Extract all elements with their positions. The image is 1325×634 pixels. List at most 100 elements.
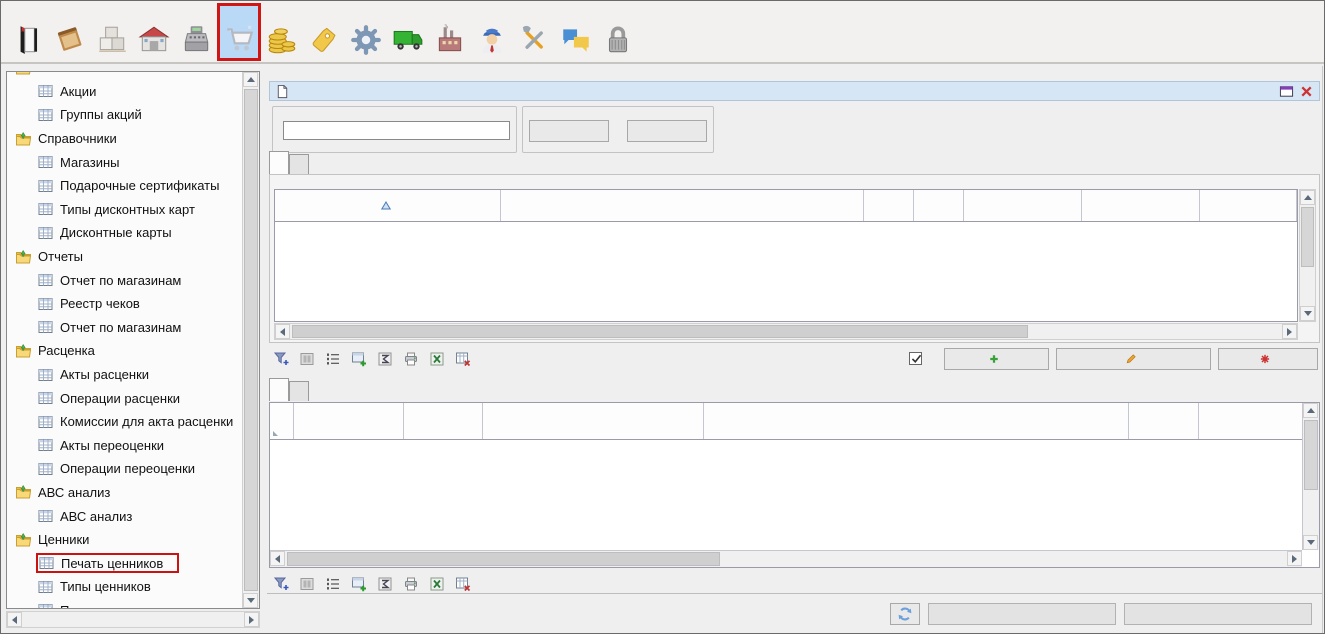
scroll-left-button[interactable]	[270, 551, 285, 566]
toolbar-item-production[interactable]	[429, 3, 471, 61]
table-vertical-scrollbar[interactable]	[1299, 189, 1316, 322]
scroll-right-button[interactable]	[1282, 324, 1297, 339]
table-horizontal-scrollbar[interactable]	[270, 550, 1302, 567]
scroll-right-button[interactable]	[244, 612, 259, 627]
column-header-price[interactable]	[1129, 403, 1199, 439]
sidebar-item[interactable]: Группы акций	[7, 103, 241, 127]
column-header-mark[interactable]	[270, 403, 294, 439]
numbered-list-icon[interactable]	[323, 350, 342, 368]
sidebar-item[interactable]: Типы дисконтных карт	[7, 198, 241, 222]
sidebar-item[interactable]: Подарочные сертификаты	[7, 174, 241, 198]
add-row-icon[interactable]	[349, 575, 368, 593]
scrollbar-thumb[interactable]	[1301, 207, 1314, 267]
sidebar-item[interactable]: Акции	[7, 80, 241, 104]
sidebar-item[interactable]	[7, 71, 241, 80]
sidebar-item[interactable]: Акты переоценки	[7, 434, 241, 458]
store-name-input[interactable]	[283, 121, 510, 140]
tab-specification[interactable]	[269, 378, 289, 401]
delete-grid-icon[interactable]	[453, 575, 472, 593]
filter-add-icon[interactable]	[271, 575, 290, 593]
print-icon[interactable]	[401, 350, 420, 368]
sidebar-item[interactable]: Отчет по магазинам	[7, 268, 241, 292]
sidebar-item[interactable]: Магазины	[7, 150, 241, 174]
checkbox-checked[interactable]	[909, 352, 922, 365]
tab-print-by-position[interactable]	[289, 154, 309, 174]
scroll-up-button[interactable]	[1303, 403, 1318, 418]
filter-add-icon[interactable]	[271, 350, 290, 368]
edit-button[interactable]	[1056, 348, 1211, 370]
columns-icon[interactable]	[297, 350, 316, 368]
sum-icon[interactable]	[375, 350, 394, 368]
maximize-icon[interactable]	[1279, 84, 1294, 99]
scroll-down-button[interactable]	[1300, 306, 1315, 321]
toolbar-item-warehouse[interactable]	[133, 3, 175, 61]
toolbar-item-chat[interactable]	[555, 3, 597, 61]
sidebar-item[interactable]: Дисконтные карты	[7, 221, 241, 245]
column-header-date[interactable]	[864, 190, 914, 221]
scrollbar-thumb[interactable]	[1304, 420, 1318, 490]
sidebar-item[interactable]: Типы ценников	[7, 575, 241, 599]
leftovers-button[interactable]	[529, 120, 609, 142]
column-header-name[interactable]	[704, 403, 1129, 439]
sum-icon[interactable]	[375, 575, 394, 593]
print-icon[interactable]	[401, 575, 420, 593]
toolbar-item-desktop[interactable]	[7, 3, 49, 61]
refresh-button[interactable]	[890, 603, 920, 625]
table-horizontal-scrollbar[interactable]	[274, 323, 1298, 340]
scrollbar-thumb[interactable]	[287, 552, 720, 566]
column-header-type[interactable]	[275, 190, 501, 221]
scroll-right-button[interactable]	[1287, 551, 1302, 566]
sidebar-vertical-scrollbar[interactable]	[242, 72, 259, 608]
sidebar-item[interactable]: Расценка	[7, 339, 241, 363]
numbered-list-icon[interactable]	[323, 575, 342, 593]
toolbar-item-account[interactable]	[597, 3, 639, 61]
close-icon[interactable]	[1299, 84, 1314, 99]
column-header-computer[interactable]	[1200, 190, 1297, 221]
column-header-unit[interactable]	[1199, 403, 1319, 439]
toolbar-item-ved[interactable]	[471, 3, 513, 61]
excel-export-icon[interactable]	[427, 350, 446, 368]
sidebar-item[interactable]: Справочники	[7, 127, 241, 151]
cancel-button[interactable]	[1124, 603, 1312, 625]
scrollbar-thumb[interactable]	[292, 325, 1028, 338]
toolbar-item-finance[interactable]	[261, 3, 303, 61]
scrollbar-thumb[interactable]	[244, 89, 258, 591]
toolbar-item-prices[interactable]	[303, 3, 345, 61]
toolbar-item-administration[interactable]	[513, 3, 555, 61]
all-goods-button[interactable]	[627, 120, 707, 142]
toolbar-item-transport[interactable]	[387, 3, 429, 61]
sidebar-item[interactable]: Акты расценки	[7, 363, 241, 387]
scroll-down-button[interactable]	[1303, 535, 1318, 550]
scroll-left-button[interactable]	[7, 612, 22, 627]
column-header-created[interactable]	[1082, 190, 1200, 221]
column-header-time[interactable]	[914, 190, 964, 221]
save-button[interactable]	[928, 603, 1116, 625]
table-vertical-scrollbar[interactable]	[1302, 403, 1319, 550]
columns-icon[interactable]	[297, 575, 316, 593]
sidebar-item[interactable]: Операции расценки	[7, 386, 241, 410]
scroll-up-button[interactable]	[243, 72, 258, 87]
toolbar-item-references[interactable]	[49, 3, 91, 61]
scroll-down-button[interactable]	[243, 593, 258, 608]
delete-grid-icon[interactable]	[453, 350, 472, 368]
scroll-up-button[interactable]	[1300, 190, 1315, 205]
sidebar-item[interactable]: АВС анализ	[7, 481, 241, 505]
sidebar-item[interactable]: Отчеты	[7, 245, 241, 269]
sidebar-item[interactable]: Комиссии для акта расценки	[7, 410, 241, 434]
column-header-basis[interactable]	[501, 190, 864, 221]
toolbar-item-sales[interactable]	[175, 3, 217, 61]
active-filter-checkbox[interactable]	[909, 352, 927, 365]
sidebar-item[interactable]: Параметры скидок за количество	[7, 599, 241, 609]
tab-print-forms[interactable]	[289, 381, 309, 401]
scroll-left-button[interactable]	[275, 324, 290, 339]
sidebar-item[interactable]: АВС анализ	[7, 504, 241, 528]
delete-button[interactable]	[1218, 348, 1318, 370]
sidebar-item[interactable]: Отчет по магазинам	[7, 316, 241, 340]
sidebar-item[interactable]: Печать ценников	[7, 551, 241, 575]
sidebar-item[interactable]: Реестр чеков	[7, 292, 241, 316]
sidebar-horizontal-scrollbar[interactable]	[6, 611, 260, 628]
excel-export-icon[interactable]	[427, 575, 446, 593]
column-header-user[interactable]	[964, 190, 1082, 221]
column-header-sku[interactable]	[483, 403, 704, 439]
add-button[interactable]	[944, 348, 1049, 370]
